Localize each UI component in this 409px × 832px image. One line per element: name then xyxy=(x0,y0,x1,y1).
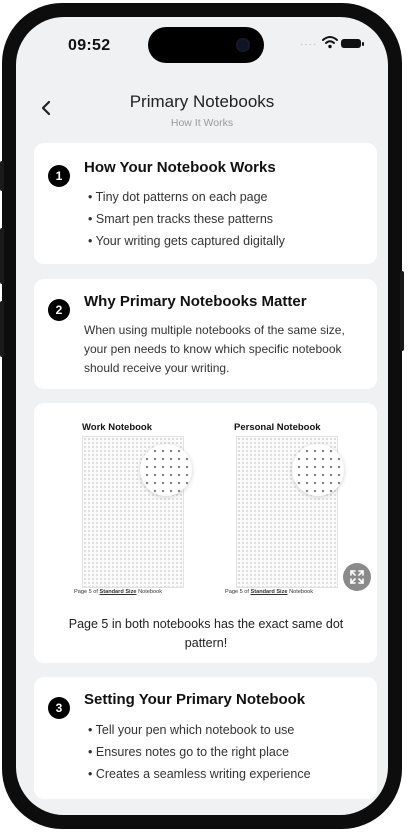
list-item: Tell your pen which notebook to use xyxy=(88,719,311,741)
notebook-illustration-card: Work Notebook Page 5 of Standard Size No… xyxy=(34,403,377,663)
personal-notebook-label: Personal Notebook xyxy=(234,422,321,433)
step-card-how-it-works: 1 How Your Notebook Works Tiny dot patte… xyxy=(34,143,377,264)
power-button xyxy=(400,271,404,351)
list-item: Your writing gets captured digitally xyxy=(88,230,285,252)
list-item: Tiny dot patterns on each page xyxy=(88,186,285,208)
work-notebook-caption: Page 5 of Standard Size Notebook xyxy=(74,589,163,595)
wifi-icon xyxy=(322,36,338,49)
expand-button[interactable] xyxy=(343,563,371,591)
step-title: Why Primary Notebooks Matter xyxy=(84,293,307,310)
step-description: When using multiple notebooks of the sam… xyxy=(84,323,345,375)
magnifier-zoom xyxy=(140,444,192,496)
list-item: Smart pen tracks these patterns xyxy=(88,208,285,230)
screen: 09:52 ···· Primary Notebooks How It Work… xyxy=(16,17,388,815)
bullet-list: Tell your pen which notebook to use Ensu… xyxy=(88,719,311,785)
work-notebook-label: Work Notebook xyxy=(82,422,153,433)
step-number-badge: 3 xyxy=(48,697,70,719)
battery-icon xyxy=(341,39,364,48)
expand-icon xyxy=(350,570,364,584)
step-card-why-primary: 2 Why Primary Notebooks Matter When usin… xyxy=(34,279,377,389)
step-number-badge: 2 xyxy=(48,299,70,321)
status-time: 09:52 xyxy=(68,37,111,54)
personal-notebook-caption: Page 5 of Standard Size Notebook xyxy=(225,589,314,595)
dynamic-island xyxy=(148,27,264,63)
bullet-list: Tiny dot patterns on each page Smart pen… xyxy=(88,186,285,252)
page-title: Primary Notebooks xyxy=(129,92,275,111)
list-item: Ensures notes go to the right place xyxy=(88,741,311,763)
page-subtitle: How It Works xyxy=(170,117,234,129)
magnifier-zoom xyxy=(292,444,344,496)
step-title: How Your Notebook Works xyxy=(84,159,276,176)
volume-down-button xyxy=(0,301,4,357)
phone-frame: 09:52 ···· Primary Notebooks How It Work… xyxy=(0,3,404,829)
list-item: Creates a seamless writing experience xyxy=(88,763,311,785)
step-card-setting-primary: 3 Setting Your Primary Notebook Tell you… xyxy=(34,677,377,799)
signal-dots: ···· xyxy=(300,39,318,50)
step-number-badge: 1 xyxy=(48,165,70,187)
status-bar: 09:52 ···· xyxy=(16,17,388,71)
camera-icon xyxy=(236,38,250,52)
volume-up-button xyxy=(0,228,4,284)
action-button xyxy=(0,161,4,191)
step-title: Setting Your Primary Notebook xyxy=(84,691,306,708)
illustration-caption: Page 5 in both notebooks has the exact s… xyxy=(68,617,344,650)
